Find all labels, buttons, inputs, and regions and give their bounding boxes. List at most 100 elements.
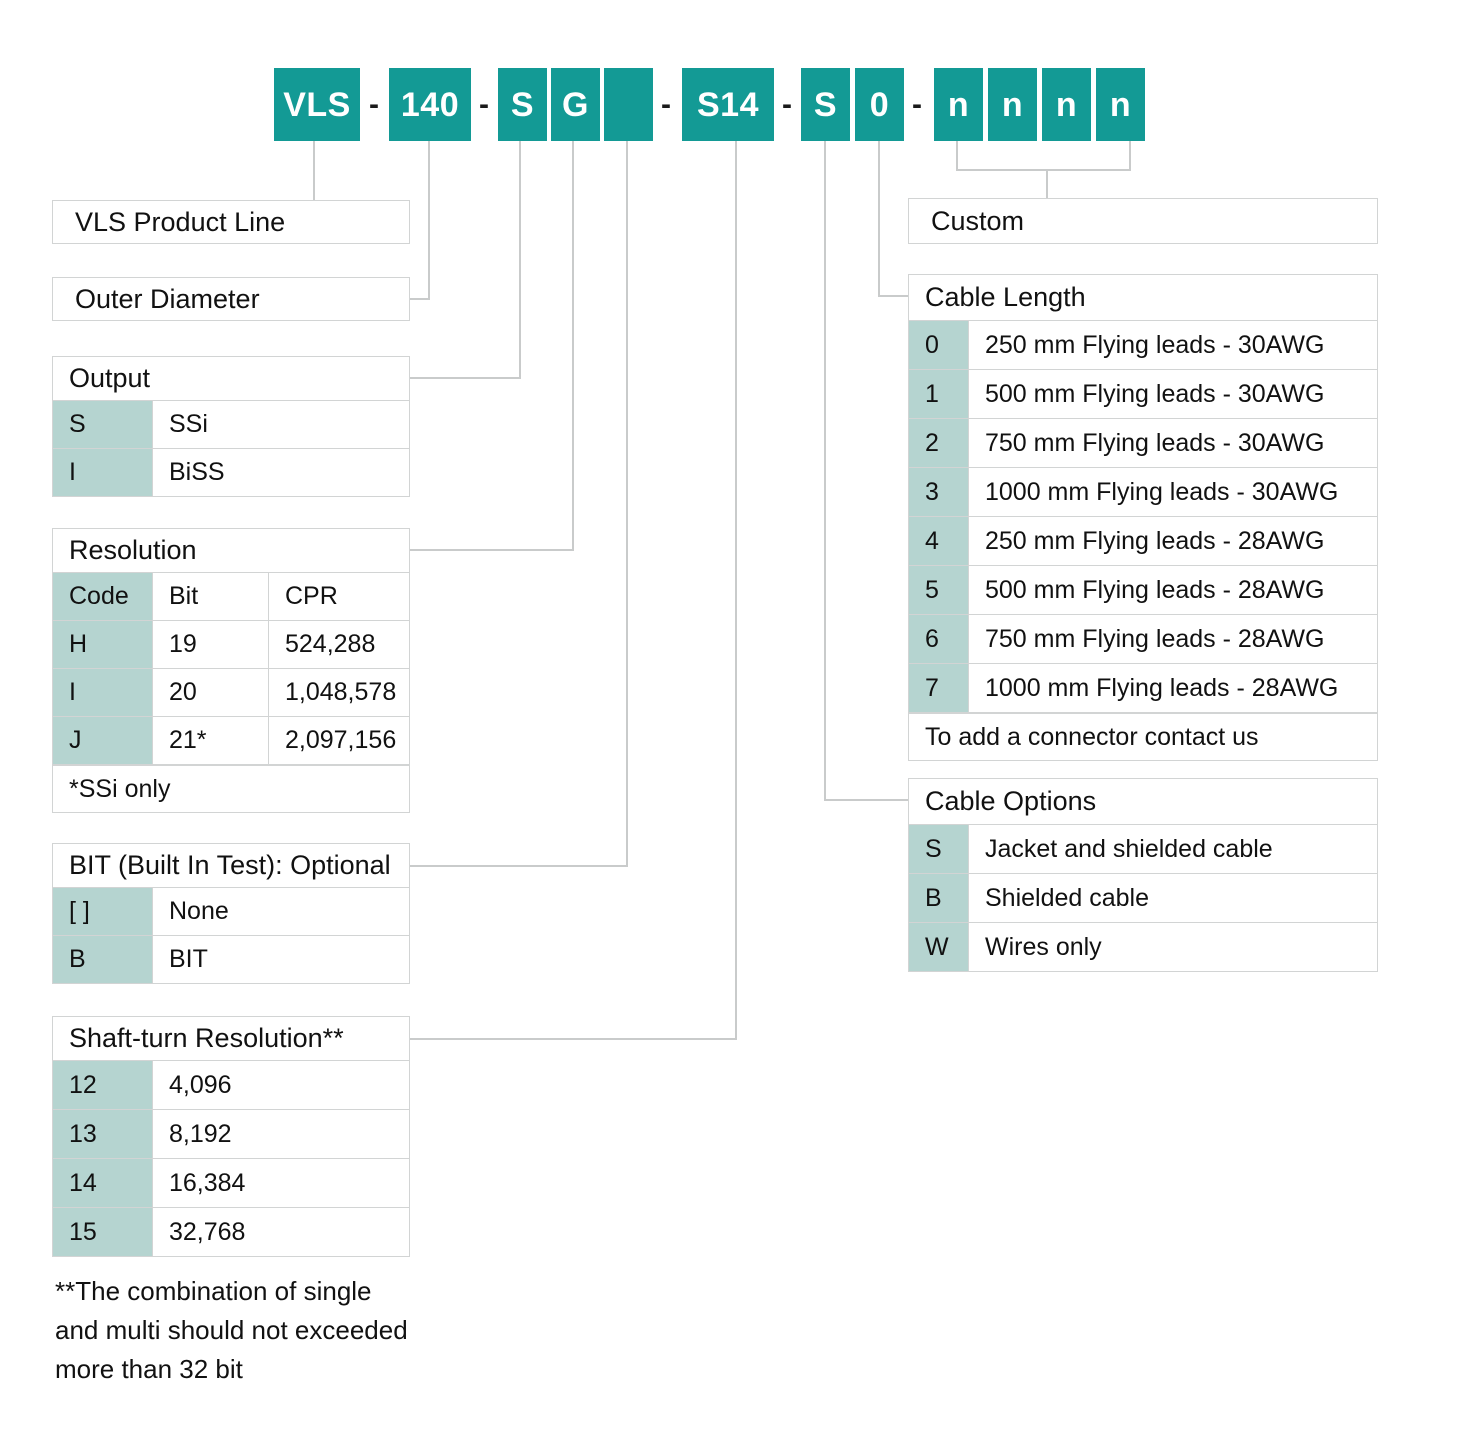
- resolution-title: Resolution: [53, 529, 409, 573]
- output-table: Output S SSi I BiSS: [52, 356, 410, 497]
- cable-length-code: 3: [909, 468, 969, 516]
- pn-block-label: VLS: [283, 85, 351, 124]
- table-row: 0 250 mm Flying leads - 30AWG: [909, 321, 1377, 370]
- shaft-turn-code: 12: [53, 1061, 153, 1109]
- table-row: 15 32,768: [53, 1208, 409, 1256]
- cable-length-desc: 750 mm Flying leads - 28AWG: [969, 615, 1377, 663]
- pn-block-bit[interactable]: [604, 68, 653, 141]
- pn-block-label: n: [947, 85, 970, 124]
- pn-block-label: G: [562, 85, 589, 124]
- cable-options-desc: Jacket and shielded cable: [969, 825, 1377, 873]
- table-row: 1 500 mm Flying leads - 30AWG: [909, 370, 1377, 419]
- bit-code: B: [53, 936, 153, 983]
- resolution-header-bit: Bit: [153, 573, 269, 620]
- cable-length-title: Cable Length: [909, 275, 1377, 321]
- pn-block-label: n: [1055, 85, 1078, 124]
- pn-separator: -: [360, 68, 388, 141]
- connector-bit-horiz: [409, 865, 628, 867]
- shaft-turn-code: 13: [53, 1110, 153, 1158]
- table-row: S SSi: [53, 401, 409, 449]
- resolution-code: H: [53, 621, 153, 668]
- connector-cable-length-horiz: [878, 295, 910, 297]
- pn-block-cable-length[interactable]: 0: [855, 68, 904, 141]
- product-line-box: VLS Product Line: [52, 200, 410, 244]
- pn-block-label: S: [813, 85, 838, 124]
- bit-desc: None: [153, 888, 409, 935]
- pn-block-label: n: [1109, 85, 1132, 124]
- cable-length-desc: 1000 mm Flying leads - 30AWG: [969, 468, 1377, 516]
- cable-length-desc: 500 mm Flying leads - 30AWG: [969, 370, 1377, 418]
- shaft-turn-footnote: **The combination of single and multi sh…: [55, 1276, 408, 1384]
- pn-block-vls[interactable]: VLS: [274, 68, 360, 141]
- pn-block-label: 140: [400, 85, 460, 124]
- connector-cable-length-vert: [878, 141, 880, 297]
- cable-length-desc: 250 mm Flying leads - 28AWG: [969, 517, 1377, 565]
- connector-cable-options-vert: [824, 141, 826, 801]
- connector-custom-bracket: [956, 169, 1131, 171]
- connector-output-vert: [519, 141, 521, 378]
- pn-block-custom-2[interactable]: n: [988, 68, 1037, 141]
- pn-separator-label: -: [661, 87, 671, 121]
- shaft-turn-table: Shaft-turn Resolution** 12 4,096 13 8,19…: [52, 1016, 410, 1257]
- resolution-table: Resolution Code Bit CPR H 19 524,288 I 2…: [52, 528, 410, 813]
- connector-shaft-vert: [735, 141, 737, 1039]
- cable-length-code: 1: [909, 370, 969, 418]
- connector-cable-options-horiz: [824, 799, 910, 801]
- pn-block-s14[interactable]: S14: [682, 68, 774, 141]
- resolution-code: J: [53, 717, 153, 764]
- table-row: 3 1000 mm Flying leads - 30AWG: [909, 468, 1377, 517]
- table-row: I 20 1,048,578: [53, 669, 409, 717]
- cable-options-code: B: [909, 874, 969, 922]
- table-row: S Jacket and shielded cable: [909, 825, 1377, 874]
- pn-separator: -: [904, 68, 930, 141]
- table-row: [ ] None: [53, 888, 409, 936]
- pn-block-resolution[interactable]: G: [551, 68, 600, 141]
- pn-block-custom-3[interactable]: n: [1042, 68, 1091, 141]
- pn-block-cable-options[interactable]: S: [801, 68, 850, 141]
- cable-length-desc: 750 mm Flying leads - 30AWG: [969, 419, 1377, 467]
- shaft-turn-desc: 8,192: [153, 1110, 409, 1158]
- connector-bit-vert: [626, 141, 628, 866]
- cable-length-desc: 500 mm Flying leads - 28AWG: [969, 566, 1377, 614]
- cable-length-code: 2: [909, 419, 969, 467]
- shaft-turn-code: 14: [53, 1159, 153, 1207]
- table-row: 6 750 mm Flying leads - 28AWG: [909, 615, 1377, 664]
- pn-block-output[interactable]: S: [498, 68, 547, 141]
- bit-code: [ ]: [53, 888, 153, 935]
- shaft-turn-desc: 4,096: [153, 1061, 409, 1109]
- connector-custom-left: [956, 141, 958, 171]
- resolution-bit: 19: [153, 621, 269, 668]
- custom-box: Custom: [908, 198, 1378, 244]
- pn-separator: -: [653, 68, 679, 141]
- cable-length-code: 7: [909, 664, 969, 712]
- connector-od-vert: [428, 141, 430, 299]
- bit-table: BIT (Built In Test): Optional [ ] None B…: [52, 843, 410, 984]
- cable-options-code: W: [909, 923, 969, 971]
- table-row: 2 750 mm Flying leads - 30AWG: [909, 419, 1377, 468]
- bit-desc: BIT: [153, 936, 409, 983]
- cable-length-code: 0: [909, 321, 969, 369]
- cable-length-desc: 250 mm Flying leads - 30AWG: [969, 321, 1377, 369]
- pn-block-label: S: [510, 85, 535, 124]
- pn-block-custom-4[interactable]: n: [1096, 68, 1145, 141]
- pn-block-140[interactable]: 140: [389, 68, 471, 141]
- pn-block-label: S14: [697, 85, 759, 124]
- connector-resolution-vert: [572, 141, 574, 550]
- connector-shaft-horiz: [409, 1038, 737, 1040]
- pn-block-custom-1[interactable]: n: [934, 68, 983, 141]
- table-row: 5 500 mm Flying leads - 28AWG: [909, 566, 1377, 615]
- shaft-turn-desc: 16,384: [153, 1159, 409, 1207]
- output-code: S: [53, 401, 153, 448]
- cable-length-code: 5: [909, 566, 969, 614]
- cable-options-title: Cable Options: [909, 779, 1377, 825]
- cable-options-code: S: [909, 825, 969, 873]
- table-row: J 21* 2,097,156: [53, 717, 409, 765]
- connector-output-horiz: [409, 377, 521, 379]
- table-header-row: Code Bit CPR: [53, 573, 409, 621]
- cable-options-table: Cable Options S Jacket and shielded cabl…: [908, 778, 1378, 972]
- bit-title: BIT (Built In Test): Optional: [53, 844, 409, 888]
- shaft-turn-code: 15: [53, 1208, 153, 1256]
- cable-length-footnote: To add a connector contact us: [909, 713, 1377, 760]
- connector-resolution-horiz: [409, 549, 574, 551]
- resolution-cpr: 2,097,156: [269, 717, 409, 764]
